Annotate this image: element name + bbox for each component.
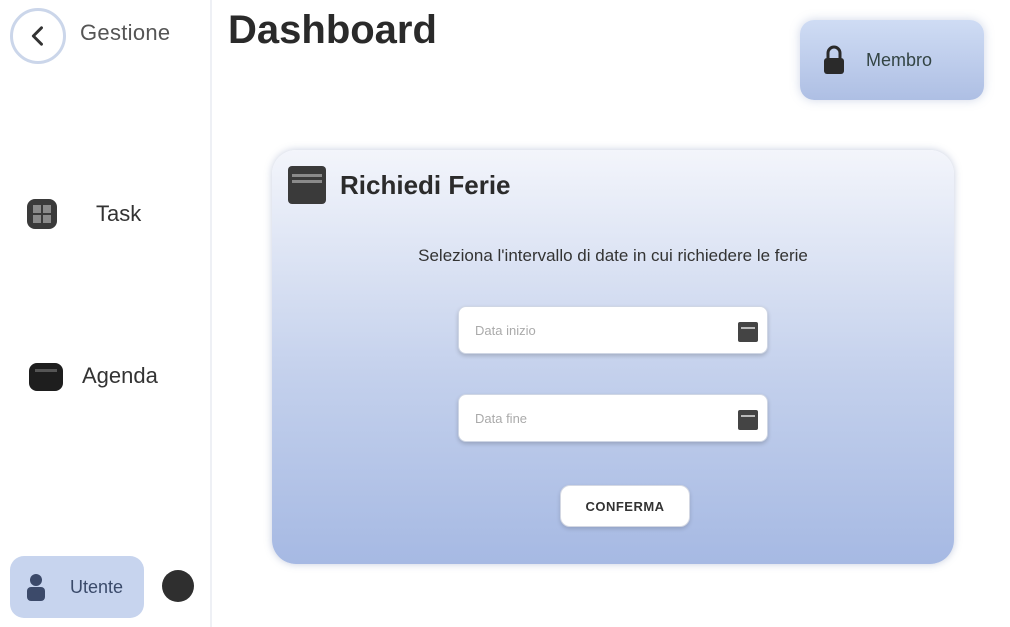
- user-label: Utente: [70, 576, 124, 597]
- start-date-input[interactable]: [459, 307, 739, 353]
- lock-icon: [824, 45, 844, 74]
- app-brand: Gestione: [80, 20, 171, 45]
- sidebar: Gestione Task Agenda Utente: [0, 0, 212, 627]
- app-root: Gestione Task Agenda Utente Dashboard Me…: [0, 0, 1010, 627]
- back-button[interactable]: [10, 8, 66, 64]
- user-button[interactable]: Utente: [10, 556, 144, 618]
- vacation-request-card: Richiedi Ferie Seleziona l'intervallo di…: [272, 150, 954, 564]
- card-subtitle: Seleziona l'intervallo di date in cui ri…: [418, 246, 808, 265]
- user-icon: [27, 574, 45, 601]
- card-title: Richiedi Ferie: [340, 170, 511, 200]
- start-date-field[interactable]: [458, 306, 768, 354]
- end-date-input[interactable]: [459, 395, 739, 441]
- member-button[interactable]: Membro: [800, 20, 984, 100]
- member-label: Membro: [866, 49, 933, 70]
- page-title: Dashboard: [228, 8, 437, 52]
- calendar-icon: [288, 166, 326, 204]
- calendar-icon[interactable]: [737, 407, 759, 431]
- sidebar-item-label: Task: [96, 201, 142, 226]
- confirm-button[interactable]: CONFERMA: [560, 485, 690, 527]
- end-date-field[interactable]: [458, 394, 768, 442]
- sidebar-item-agenda[interactable]: Agenda: [26, 356, 158, 396]
- chevron-left-icon: [31, 26, 43, 46]
- sidebar-item-tasks[interactable]: Task: [22, 194, 141, 234]
- calendar-icon: [26, 356, 66, 396]
- calendar-icon[interactable]: [737, 319, 759, 343]
- info-icon[interactable]: [162, 570, 194, 602]
- grid-icon: [22, 194, 62, 234]
- sidebar-item-label: Agenda: [82, 363, 158, 388]
